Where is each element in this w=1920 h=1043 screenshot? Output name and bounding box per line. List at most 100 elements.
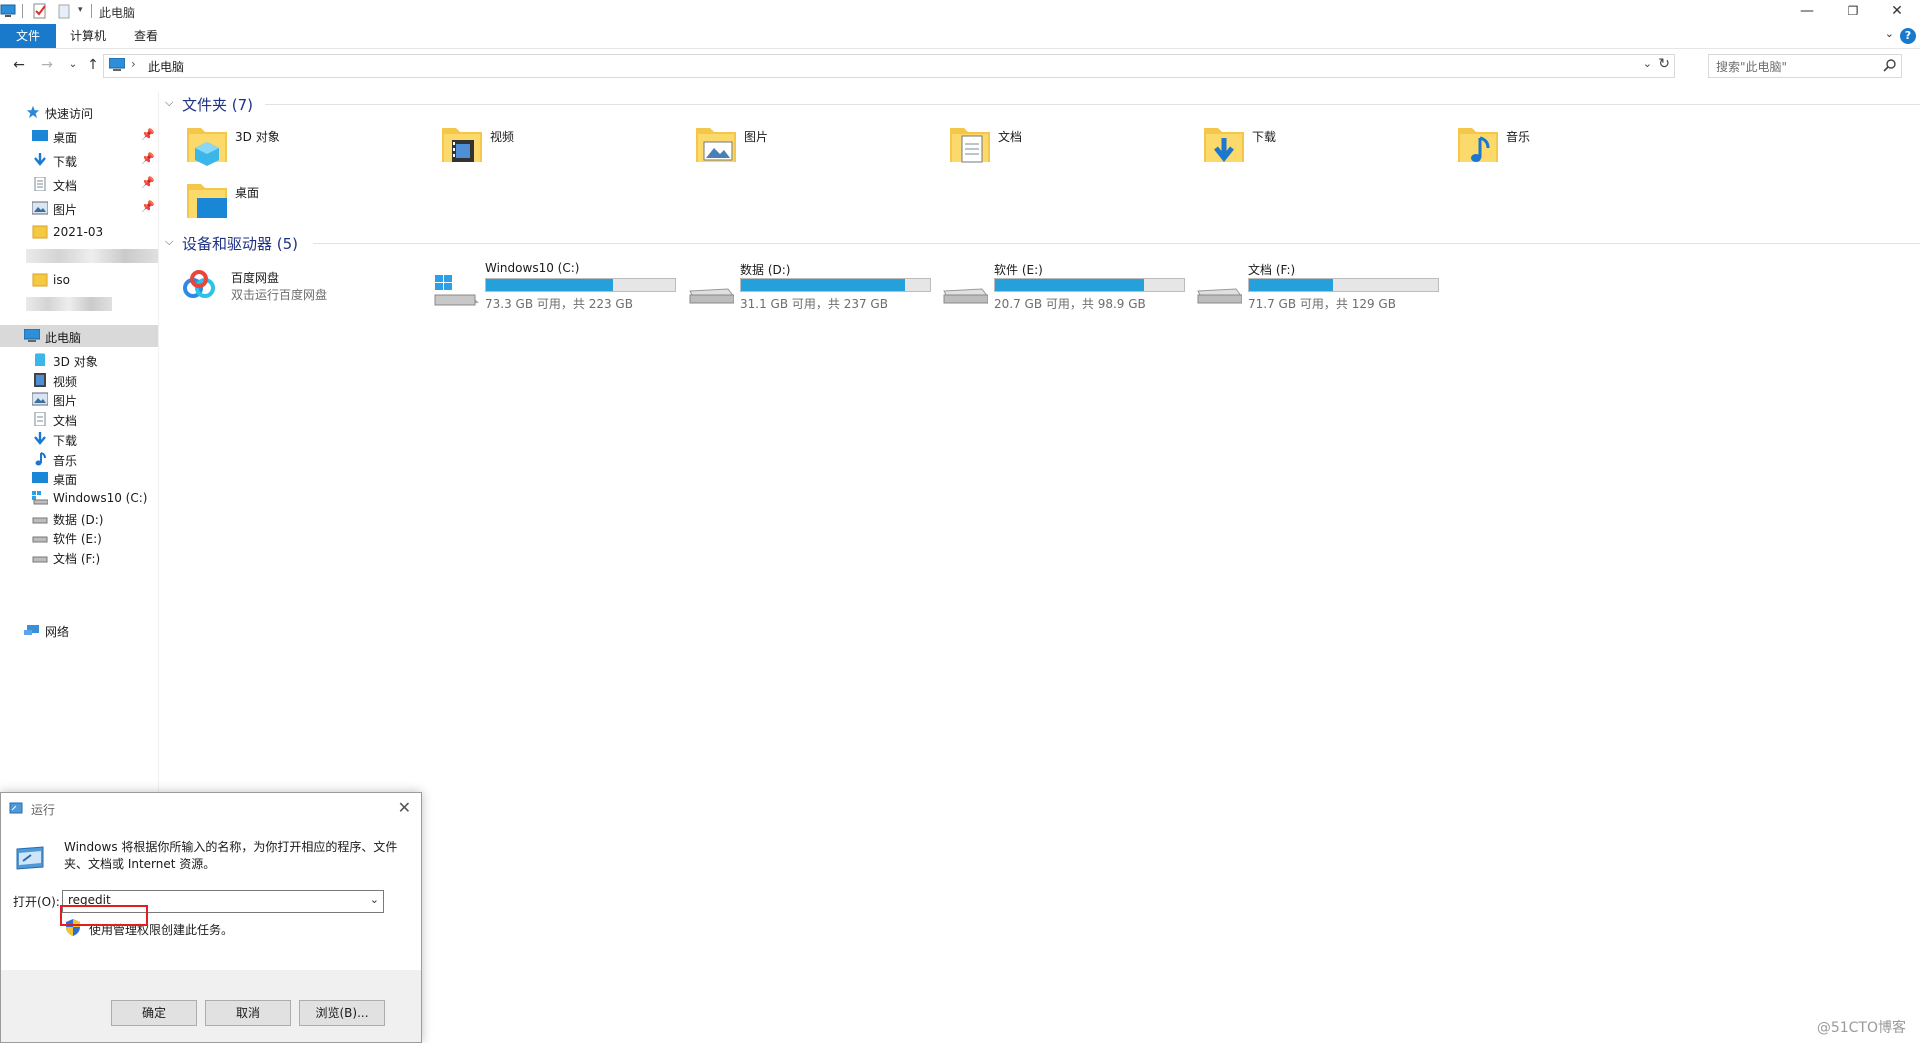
folder-3d-objects[interactable]: 3D 对象 [185, 122, 415, 172]
group-title: 设备和驱动器 (5) [182, 235, 299, 253]
tab-view[interactable]: 查看 [118, 24, 174, 48]
sidebar-item-label: 此电脑 [45, 331, 82, 345]
baidu-netdisk-icon [183, 270, 215, 298]
this-pc-icon[interactable] [0, 3, 16, 19]
drive-name: 文档 (F:) [1248, 263, 1296, 277]
forward-button[interactable]: → [38, 56, 56, 74]
folder-label: 视频 [490, 130, 515, 144]
sidebar-item-label: 桌面 [53, 473, 78, 488]
sidebar-item-label: 下载 [53, 155, 78, 169]
folder-icon [32, 273, 48, 287]
drive-usage-bar [994, 278, 1185, 292]
video-icon [34, 372, 46, 387]
help-icon[interactable]: ? [1900, 28, 1916, 44]
address-bar[interactable]: › 此电脑 ⌄ ↻ [103, 54, 1675, 78]
sidebar-item-documents[interactable]: 文档 📌 [0, 173, 158, 195]
folder-downloads[interactable]: 下载 [1202, 122, 1432, 172]
sidebar-item-pc-10[interactable]: 文档 (F:) [0, 546, 158, 568]
3d-objects-icon [35, 353, 45, 366]
pin-icon[interactable]: 📌 [141, 200, 155, 213]
up-button[interactable]: ↑ [84, 56, 102, 74]
close-button[interactable]: ✕ [1874, 0, 1920, 24]
maximize-button[interactable]: ❐ [1830, 0, 1876, 24]
folder-desktop[interactable]: 桌面 [185, 178, 415, 228]
sidebar-item-pc-3[interactable]: 文档 [0, 408, 158, 430]
run-dialog-titlebar[interactable]: 运行 ✕ [1, 793, 421, 823]
pin-icon[interactable]: 📌 [141, 128, 155, 141]
sidebar-item-pc-0[interactable]: 3D 对象 [0, 349, 158, 371]
sidebar-item-label: 音乐 [53, 453, 78, 468]
breadcrumb-separator-icon[interactable]: › [131, 57, 136, 71]
folder-documents[interactable]: 文档 [948, 122, 1178, 172]
download-icon [34, 153, 46, 166]
folder-label: 文档 [998, 130, 1023, 144]
chevron-down-icon[interactable]: ⌄ [370, 893, 379, 906]
new-folder-icon[interactable] [56, 3, 72, 19]
back-button[interactable]: ← [10, 56, 28, 74]
sidebar-item-label: 数据 (D:) [53, 512, 104, 527]
drive-name: Windows10 (C:) [485, 261, 580, 275]
drive-usage-fill [1249, 279, 1333, 291]
sidebar-item-network[interactable]: 网络 [0, 619, 158, 641]
download-icon [34, 431, 46, 445]
picture-icon [32, 201, 48, 215]
sidebar-item-iso[interactable]: iso [0, 269, 158, 291]
sidebar-item-downloads[interactable]: 下载 📌 [0, 149, 158, 171]
minimize-button[interactable]: — [1784, 0, 1830, 24]
drive-d[interactable]: 数据 (D:) 31.1 GB 可用，共 237 GB [688, 261, 938, 317]
drive-c[interactable]: Windows10 (C:) 73.3 GB 可用，共 223 GB [433, 261, 683, 317]
sidebar-item-desktop[interactable]: 桌面 📌 [0, 125, 158, 147]
this-pc-icon [109, 58, 125, 71]
sidebar-item-pc-8[interactable]: 数据 (D:) [0, 507, 158, 529]
sidebar-item-label: 3D 对象 [53, 355, 98, 369]
collapse-chevron-icon[interactable]: ⌵ [165, 235, 173, 249]
drive-e[interactable]: 软件 (E:) 20.7 GB 可用，共 98.9 GB [942, 261, 1192, 317]
sidebar-item-pc-5[interactable]: 音乐 [0, 448, 158, 470]
address-dropdown-icon[interactable]: ⌄ [1643, 57, 1652, 70]
documents-folder-icon [950, 128, 990, 163]
sidebar-item-pc-4[interactable]: 下载 [0, 428, 158, 450]
sidebar-item-pc-9[interactable]: 软件 (E:) [0, 526, 158, 548]
drive-capacity: 73.3 GB 可用，共 223 GB [485, 297, 633, 311]
sidebar-item-this-pc[interactable]: 此电脑 [0, 325, 158, 347]
close-icon[interactable]: ✕ [398, 798, 411, 817]
folder-label: 桌面 [235, 186, 260, 200]
breadcrumb[interactable]: 此电脑 [148, 58, 184, 75]
drive-f[interactable]: 文档 (F:) 71.7 GB 可用，共 129 GB [1196, 261, 1446, 317]
folder-music[interactable]: 音乐 [1456, 122, 1686, 172]
sidebar-item-pc-7[interactable]: Windows10 (C:) [0, 487, 158, 509]
folder-pictures[interactable]: 图片 [694, 122, 924, 172]
refresh-icon[interactable]: ↻ [1658, 56, 1670, 72]
folder-videos[interactable]: 视频 [440, 122, 670, 172]
sidebar-item-label: 视频 [53, 374, 78, 389]
ribbon-expand-icon[interactable]: ⌄ [1885, 27, 1894, 40]
ok-button[interactable]: 确定 [111, 1000, 197, 1026]
sidebar-item-pictures[interactable]: 图片 📌 [0, 197, 158, 219]
tab-computer[interactable]: 计算机 [60, 24, 116, 48]
sidebar-item-label: 快速访问 [45, 107, 94, 121]
document-icon [34, 177, 46, 191]
pin-icon[interactable]: 📌 [141, 152, 155, 165]
network-icon [24, 625, 39, 635]
quick-access-dropdown-icon[interactable]: ▾ [78, 5, 83, 15]
search-input[interactable]: 搜索"此电脑" [1708, 54, 1902, 78]
sidebar-item-label: 软件 (E:) [53, 532, 102, 547]
properties-icon[interactable] [32, 3, 48, 19]
sidebar-item-quick-access[interactable]: 快速访问 [0, 101, 158, 123]
desktop-folder-icon [187, 184, 227, 218]
tab-file[interactable]: 文件 [0, 24, 56, 48]
search-icon[interactable] [1883, 58, 1897, 72]
sidebar-item-2021-03[interactable]: 2021-03 [0, 221, 158, 243]
sidebar-item-pc-6[interactable]: 桌面 [0, 467, 158, 489]
sidebar-item-pc-1[interactable]: 视频 [0, 369, 158, 391]
browse-button[interactable]: 浏览(B)... [299, 1000, 385, 1026]
cancel-button[interactable]: 取消 [205, 1000, 291, 1026]
recent-locations-chevron-icon[interactable]: ⌄ [64, 56, 82, 74]
baidu-netdisk-item[interactable]: 百度网盘 双击运行百度网盘 [180, 266, 360, 306]
pin-icon[interactable]: 📌 [141, 176, 155, 189]
run-icon [9, 802, 23, 814]
search-placeholder: 搜索"此电脑" [1716, 60, 1788, 74]
collapse-chevron-icon[interactable]: ⌵ [165, 96, 173, 110]
run-dialog-title: 运行 [31, 803, 56, 817]
sidebar-item-pc-2[interactable]: 图片 [0, 388, 158, 410]
